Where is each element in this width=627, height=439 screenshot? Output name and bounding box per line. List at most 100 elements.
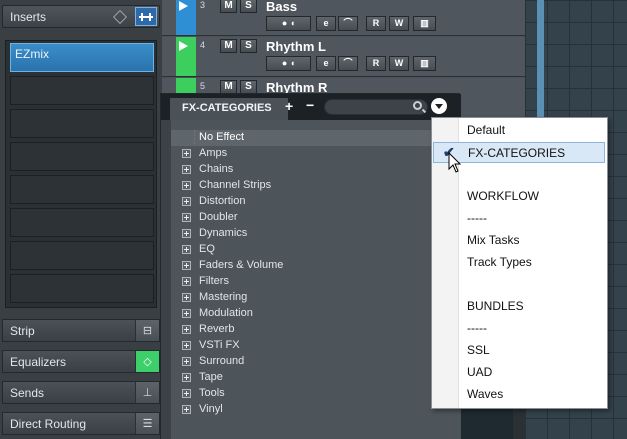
mute-button[interactable]: M: [220, 0, 237, 13]
write-button[interactable]: W: [389, 56, 409, 71]
direct-routing-section[interactable]: Direct Routing ☰: [2, 412, 160, 435]
insert-slot[interactable]: [10, 109, 154, 138]
fx-category-label: Doubler: [199, 211, 238, 223]
arrange-scroll-strip[interactable]: [537, 0, 544, 120]
menu-item[interactable]: Track Types: [433, 252, 605, 273]
expand-icon[interactable]: [182, 309, 191, 318]
add-folder-button[interactable]: +: [285, 98, 293, 114]
expand-icon[interactable]: [182, 293, 191, 302]
fx-categories-tab[interactable]: FX-CATEGORIES: [170, 98, 288, 120]
menu-item[interactable]: UAD: [433, 362, 605, 383]
edit-button[interactable]: e: [316, 16, 336, 31]
strip-section[interactable]: Strip ⊟: [2, 319, 160, 342]
expand-icon[interactable]: [182, 405, 191, 414]
fx-toolbar: FX-CATEGORIES + −: [161, 94, 461, 120]
fx-category-label: Amps: [199, 147, 228, 159]
mute-button[interactable]: M: [220, 80, 237, 94]
insert-slot[interactable]: EZmix: [10, 43, 154, 72]
menu-item[interactable]: Waves: [433, 384, 605, 405]
keyboard-icon[interactable]: ▥: [413, 56, 436, 71]
fx-category-item[interactable]: Surround: [171, 354, 461, 370]
fx-category-label: Filters: [199, 275, 229, 287]
track-number: 3: [200, 0, 206, 10]
expand-icon[interactable]: [182, 149, 191, 158]
expand-icon[interactable]: [182, 325, 191, 334]
track-row[interactable]: 4 M S Rhythm L ● ◖ e ⌒ R W ▥: [162, 37, 525, 77]
collection-menu-button[interactable]: [431, 98, 447, 114]
expand-icon[interactable]: [182, 245, 191, 254]
fx-category-item[interactable]: VSTi FX: [171, 338, 461, 354]
fx-category-label: Channel Strips: [199, 179, 272, 191]
insert-slot[interactable]: [10, 208, 154, 237]
fx-category-item[interactable]: Amps: [171, 146, 461, 162]
menu-item-label: Mix Tasks: [467, 233, 520, 247]
fx-category-item[interactable]: Mastering: [171, 290, 461, 306]
keyboard-icon[interactable]: ▥: [413, 16, 436, 31]
strip-icon[interactable]: ⊟: [135, 320, 159, 341]
fx-category-item[interactable]: Tools: [171, 386, 461, 402]
insert-slot[interactable]: [10, 241, 154, 270]
insert-slot[interactable]: [10, 142, 154, 171]
remove-folder-button[interactable]: −: [306, 97, 314, 113]
search-input[interactable]: [324, 99, 428, 115]
fx-category-item[interactable]: EQ: [171, 242, 461, 258]
fx-category-item[interactable]: Faders & Volume: [171, 258, 461, 274]
write-button[interactable]: W: [389, 16, 409, 31]
expand-icon[interactable]: [182, 277, 191, 286]
equalizers-section[interactable]: Equalizers ◇: [2, 350, 160, 373]
expand-icon[interactable]: [182, 165, 191, 174]
solo-button[interactable]: S: [240, 80, 257, 94]
inserts-label: Inserts: [10, 10, 47, 24]
expand-icon[interactable]: [182, 261, 191, 270]
tree-guide: [173, 130, 195, 146]
menu-item[interactable]: SSL: [433, 340, 605, 361]
read-button[interactable]: R: [366, 16, 386, 31]
insert-slot[interactable]: [10, 175, 154, 204]
inserts-section-header[interactable]: Inserts: [2, 5, 160, 28]
expand-icon[interactable]: [182, 197, 191, 206]
expand-icon[interactable]: [182, 229, 191, 238]
sends-section[interactable]: Sends ⊥: [2, 381, 160, 404]
monitor-record-button[interactable]: ● ◖: [266, 16, 311, 31]
fx-category-item[interactable]: Filters: [171, 274, 461, 290]
sends-icon[interactable]: ⊥: [135, 382, 159, 403]
inspector-panel: Inserts EZmix Strip ⊟ Equalizers ◇ Sends: [0, 0, 162, 439]
fx-category-item[interactable]: Distortion: [171, 194, 461, 210]
read-button[interactable]: R: [366, 56, 386, 71]
fx-category-item[interactable]: Dynamics: [171, 226, 461, 242]
menu-item[interactable]: Mix Tasks: [433, 230, 605, 251]
solo-button[interactable]: S: [240, 39, 257, 53]
no-effect-item[interactable]: No Effect: [171, 130, 461, 146]
eq-active-icon[interactable]: ◇: [135, 351, 159, 372]
fx-category-item[interactable]: Tape: [171, 370, 461, 386]
edit-button[interactable]: e: [316, 56, 336, 71]
fx-category-item[interactable]: Doubler: [171, 210, 461, 226]
fx-category-item[interactable]: Vinyl: [171, 402, 461, 418]
insert-settings-button[interactable]: [135, 7, 157, 26]
menu-item[interactable]: BUNDLES: [433, 296, 605, 317]
fx-category-item[interactable]: Modulation: [171, 306, 461, 322]
menu-item[interactable]: WORKFLOW: [433, 186, 605, 207]
fx-category-label: No Effect: [199, 131, 245, 143]
routing-icon[interactable]: ☰: [135, 413, 159, 434]
expand-icon[interactable]: [182, 373, 191, 382]
bypass-icon[interactable]: [112, 9, 128, 24]
fx-category-item[interactable]: Channel Strips: [171, 178, 461, 194]
insert-slot[interactable]: [10, 274, 154, 303]
expand-icon[interactable]: [182, 341, 191, 350]
mute-button[interactable]: M: [220, 39, 237, 53]
expand-icon[interactable]: [182, 181, 191, 190]
track-row[interactable]: 3 M S Bass ● ◖ e ⌒ R W ▥: [162, 0, 525, 36]
lanes-button[interactable]: ⌒: [338, 16, 358, 31]
expand-icon[interactable]: [182, 389, 191, 398]
fx-category-item[interactable]: Reverb: [171, 322, 461, 338]
expand-icon[interactable]: [182, 213, 191, 222]
insert-slot[interactable]: [10, 76, 154, 105]
fx-category-item[interactable]: Chains: [171, 162, 461, 178]
menu-item[interactable]: Default: [433, 120, 605, 141]
expand-icon[interactable]: [182, 357, 191, 366]
monitor-record-button[interactable]: ● ◖: [266, 56, 311, 71]
solo-button[interactable]: S: [240, 0, 257, 13]
lanes-button[interactable]: ⌒: [338, 56, 358, 71]
app-window: 3 M S Bass ● ◖ e ⌒ R W ▥ 4 M S Rhythm L …: [0, 0, 627, 439]
